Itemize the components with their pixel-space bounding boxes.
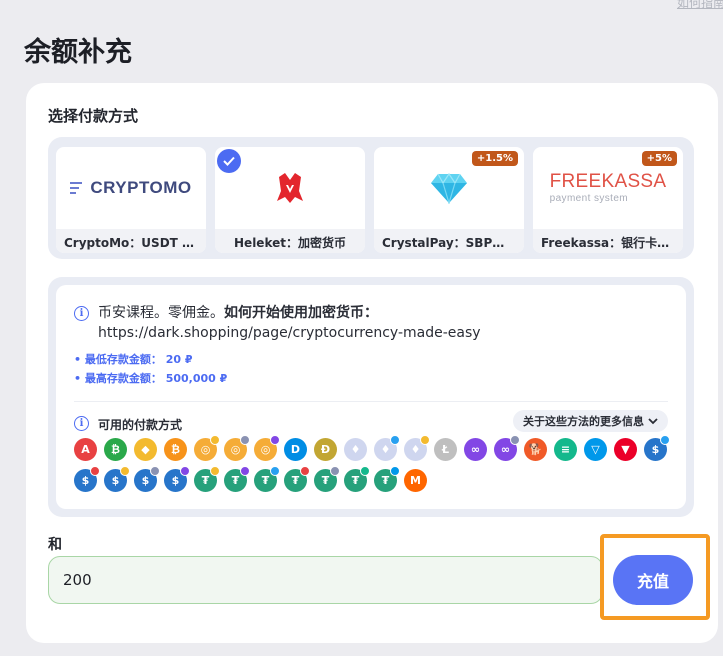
topup-button[interactable]: 充值 <box>613 555 693 605</box>
more-info-label: 关于这些方法的更多信息 <box>523 415 644 428</box>
ethereum-bsc-icon: ♦ <box>404 435 430 461</box>
min-deposit-text: • 最低存款金额： 20 ₽ <box>74 353 193 366</box>
solana-icon: ≡ <box>554 438 577 461</box>
usdt-bsc-icon: ₮ <box>194 466 220 492</box>
payment-method-cryptomo[interactable]: CRYPTOMO CryptoMo：USDT TRC20 <box>56 147 206 253</box>
how-to-guide-link[interactable]: 如何指南 <box>677 0 723 11</box>
network-badge-icon <box>150 466 160 476</box>
network-badge-icon <box>390 435 400 445</box>
fee-badge: +1.5% <box>471 151 518 166</box>
cryptomo-lines-icon <box>70 182 83 194</box>
monero-icon: M <box>404 469 427 492</box>
dai-polygon-icon: ◎ <box>254 435 280 461</box>
info-icon: i <box>74 306 89 321</box>
payment-method-heleket[interactable]: Heleket：加密货币 <box>215 147 365 253</box>
usdt-arbitrum-icon: ₮ <box>254 466 280 492</box>
crypto-course-plain: 币安课程。零佣金。 <box>98 305 224 321</box>
network-badge-icon <box>240 435 250 445</box>
network-badge-icon <box>270 435 280 445</box>
freekassa-logo-text: FREEKASSA <box>549 171 667 192</box>
selected-check-icon <box>217 149 241 173</box>
freekassa-logo-subtext: payment system <box>549 193 629 204</box>
payment-methods-list: CRYPTOMO CryptoMo：USDT TRC20 Heleket：加密货… <box>48 137 694 259</box>
dash-icon: D <box>284 438 307 461</box>
polygon-erc-icon: ∞ <box>494 435 520 461</box>
usdc-erc-icon: $ <box>134 466 160 492</box>
network-badge-icon <box>510 435 520 445</box>
payment-method-caption: Freekassa：银行卡、SBP <box>533 229 683 253</box>
usdt-polygon-icon: ₮ <box>224 466 250 492</box>
payment-method-label: 选择付款方式 <box>48 107 139 125</box>
cryptomo-logo: CRYPTOMO <box>56 147 206 229</box>
bitcoin-icon: ₿ <box>164 438 187 461</box>
shiba-icon: 🐕 <box>524 438 547 461</box>
usdc-avax-icon: $ <box>74 466 100 492</box>
payment-info-panel: i 币安课程。零佣金。如何开始使用加密货币： https://dark.shop… <box>48 277 694 517</box>
coin-row: A ₿ ◆ ₿ ◎ ◎ ◎ D Ð ♦ ♦ ♦ Ł ∞ ∞ 🐕 ≡ ▽ ▼ $ <box>74 435 674 461</box>
network-badge-icon <box>210 435 220 445</box>
max-deposit-text: • 最高存款金额： 500,000 ₽ <box>74 372 228 385</box>
network-badge-icon <box>330 466 340 476</box>
usdt-ton-icon: ₮ <box>374 466 400 492</box>
payment-method-freekassa[interactable]: FREEKASSA payment system +5% Freekassa：银… <box>533 147 683 253</box>
network-badge-icon <box>390 466 400 476</box>
usdt-solana-icon: ₮ <box>344 466 370 492</box>
amount-label: 和 <box>48 537 62 553</box>
tron-icon: ▼ <box>614 438 637 461</box>
ethereum-icon: ♦ <box>344 438 367 461</box>
bnb-icon: ◆ <box>134 438 157 461</box>
avax-icon: A <box>74 438 97 461</box>
usdc-arbitrum-icon: $ <box>644 435 670 461</box>
topup-card: 选择付款方式 CRYPTOMO CryptoMo：USDT TRC20 <box>26 83 718 643</box>
crypto-course-bold: 如何开始使用加密货币： <box>224 305 378 321</box>
usdt-avax-icon: ₮ <box>284 466 310 492</box>
payment-method-crystalpay[interactable]: +1.5% CrystalPay：SBP、Crypto <box>374 147 524 253</box>
network-badge-icon <box>660 435 670 445</box>
polygon-icon: ∞ <box>464 438 487 461</box>
chevron-down-icon <box>648 417 658 424</box>
network-badge-icon <box>90 466 100 476</box>
usdt-erc-icon: ₮ <box>314 466 340 492</box>
network-badge-icon <box>270 466 280 476</box>
usdc-bsc-icon: $ <box>104 466 130 492</box>
network-badge-icon <box>420 435 430 445</box>
litecoin-icon: Ł <box>434 438 457 461</box>
payment-info-content: i 币安课程。零佣金。如何开始使用加密货币： https://dark.shop… <box>56 285 686 509</box>
amount-input[interactable] <box>48 556 603 604</box>
heleket-logo-icon <box>277 173 303 203</box>
bitcoin-cash-icon: ₿ <box>104 438 127 461</box>
network-badge-icon <box>180 466 190 476</box>
page-title: 余额补充 <box>24 37 132 68</box>
network-badge-icon <box>120 466 130 476</box>
network-badge-icon <box>300 466 310 476</box>
ton-icon: ▽ <box>584 438 607 461</box>
dai-bsc-icon: ◎ <box>194 435 220 461</box>
coin-row: $ $ $ $ ₮ ₮ ₮ ₮ ₮ ₮ ₮ M <box>74 466 674 492</box>
fee-badge: +5% <box>641 151 677 166</box>
payment-method-caption: CryptoMo：USDT TRC20 <box>56 229 206 253</box>
divider <box>74 401 668 402</box>
cryptomo-logo-text: CRYPTOMO <box>90 178 192 197</box>
more-info-dropdown[interactable]: 关于这些方法的更多信息 <box>513 410 668 432</box>
available-methods-label: 可用的付款方式 <box>98 418 183 432</box>
network-badge-icon <box>240 466 250 476</box>
usdc-polygon-icon: $ <box>164 466 190 492</box>
info-icon: i <box>74 416 89 431</box>
crypto-course-link[interactable]: https://dark.shopping/page/cryptocurrenc… <box>98 325 481 341</box>
dogecoin-icon: Ð <box>314 438 337 461</box>
crypto-course-text: 币安课程。零佣金。如何开始使用加密货币： https://dark.shoppi… <box>98 303 481 343</box>
dai-erc-icon: ◎ <box>224 435 250 461</box>
payment-method-caption: CrystalPay：SBP、Crypto <box>374 229 524 253</box>
payment-method-caption: Heleket：加密货币 <box>215 229 365 253</box>
network-badge-icon <box>210 466 220 476</box>
network-badge-icon <box>360 466 370 476</box>
ethereum-arbitrum-icon: ♦ <box>374 435 400 461</box>
supported-coins: A ₿ ◆ ₿ ◎ ◎ ◎ D Ð ♦ ♦ ♦ Ł ∞ ∞ 🐕 ≡ ▽ ▼ $ $ $ $ $ ₮ ₮ ₮ ₮ ₮ ₮ ₮ M <box>74 435 674 500</box>
